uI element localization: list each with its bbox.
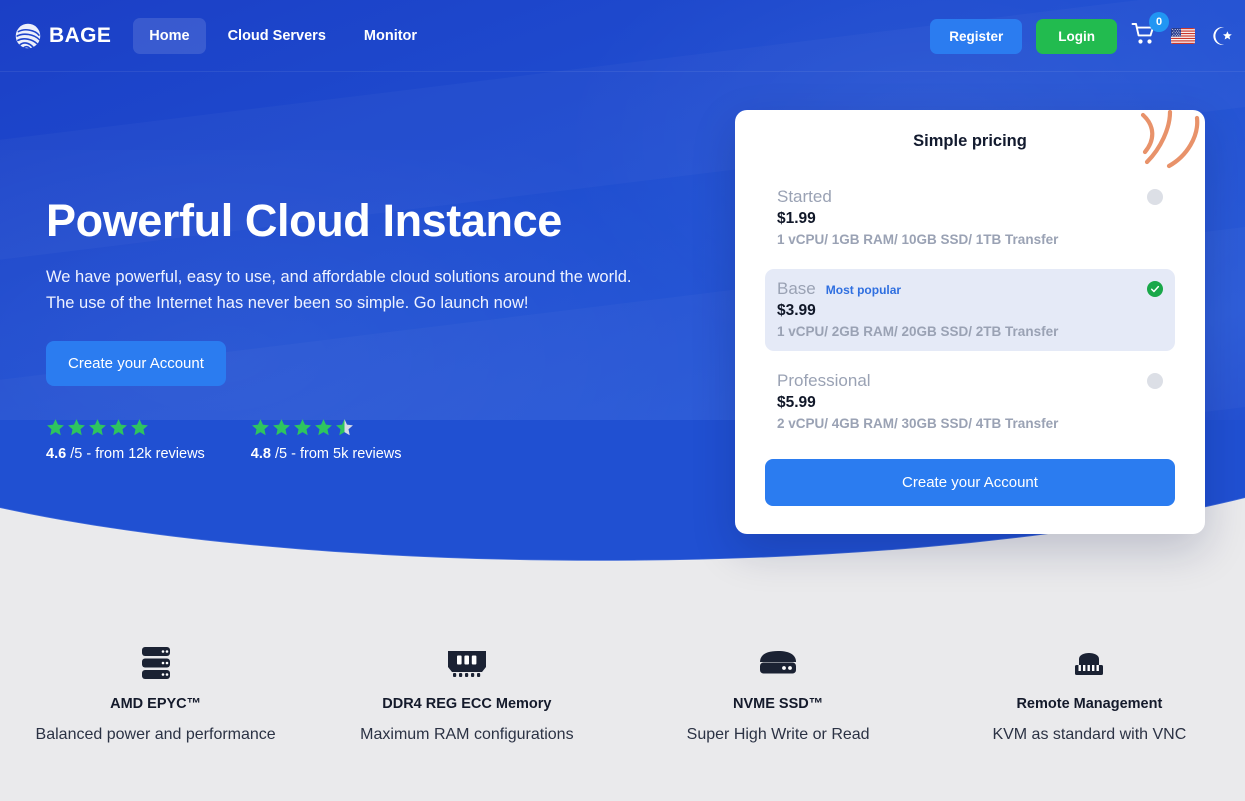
star-icon — [89, 419, 106, 436]
hero-content: Powerful Cloud Instance We have powerful… — [46, 196, 706, 462]
cart-badge: 0 — [1149, 11, 1169, 32]
pricing-title: Simple pricing — [913, 132, 1027, 150]
hero-title: Powerful Cloud Instance — [46, 195, 562, 246]
pricing-plan-professional[interactable]: Professional $5.99 2 vCPU/ 4GB RAM/ 30GB… — [765, 361, 1175, 443]
plan-head: Professional — [777, 371, 1163, 391]
ratings-group: 4.6 /5 - from 12k reviews 4.8 /5 - from … — [46, 418, 706, 462]
rating-text-2: 4.8 /5 - from 5k reviews — [251, 446, 402, 462]
features-section: AMD EPYC™ Balanced power and performance — [0, 640, 1245, 744]
rating-stars-1 — [46, 418, 205, 437]
header-divider — [0, 71, 1245, 72]
plan-head: Base Most popular — [777, 279, 1163, 299]
star-icon — [131, 419, 148, 436]
brand-logo[interactable]: BAGE — [14, 22, 111, 50]
pricing-card: Simple pricing Started $1.99 1 vCPU/ 1GB… — [735, 110, 1205, 534]
hard-drive-icon — [760, 651, 797, 674]
rating-separator-2: - — [291, 445, 296, 462]
hero-subtitle-line-1: We have powerful, easy to use, and affor… — [46, 267, 632, 286]
feature-remote-management: Remote Management KVM as standard with V… — [934, 640, 1245, 744]
feature-icon-wrap — [948, 640, 1231, 686]
feature-icon-wrap — [637, 640, 920, 686]
plan-head: Started — [777, 187, 1163, 207]
feature-title: AMD EPYC™ — [110, 696, 202, 712]
site-header: BAGE Home Cloud Servers Monitor Register… — [0, 0, 1245, 72]
crescent-moon-star-icon[interactable] — [1209, 24, 1233, 48]
feature-icon-wrap — [14, 640, 297, 686]
star-icon — [272, 419, 290, 436]
header-actions: Register Login 0 — [930, 11, 1233, 54]
plan-name: Started — [777, 187, 832, 206]
hero-subtitle: We have powerful, easy to use, and affor… — [46, 264, 686, 317]
star-icon — [293, 419, 311, 436]
brand-name: BAGE — [49, 24, 112, 47]
nav-item-cloud-servers[interactable]: Cloud Servers — [212, 18, 342, 54]
feature-desc: Balanced power and performance — [35, 726, 276, 743]
rating-outof-1: /5 — [70, 445, 83, 462]
feature-ddr4-memory: DDR4 REG ECC Memory Maximum RAM configur… — [311, 640, 622, 744]
hero-create-account-button[interactable]: Create your Account — [46, 340, 226, 386]
star-icon — [110, 419, 127, 436]
globe-sphere-icon — [15, 23, 41, 50]
rating-score-1: 4.6 — [46, 445, 67, 462]
star-icon — [314, 419, 332, 436]
ethernet-port-icon — [1075, 653, 1104, 675]
rating-source-2: from 5k reviews — [300, 445, 402, 462]
plan-price: $1.99 — [777, 210, 816, 227]
server-rack-icon — [141, 647, 170, 679]
rating-separator-1: - — [86, 445, 92, 462]
rating-score-2: 4.8 — [250, 445, 271, 462]
plan-tag-most-popular: Most popular — [825, 283, 902, 297]
rating-text-1: 4.6 /5 - from 12k reviews — [46, 446, 205, 462]
hero-subtitle-line-2: The use of the Internet has never been s… — [46, 294, 529, 313]
pricing-plan-base[interactable]: Base Most popular $3.99 1 vCPU/ 2GB RAM/… — [765, 269, 1175, 351]
rating-block-2: 4.8 /5 - from 5k reviews — [251, 418, 402, 462]
star-icon — [251, 419, 269, 436]
nav-item-home[interactable]: Home — [133, 18, 206, 54]
plan-name: Base — [777, 279, 816, 298]
rating-outof-2: /5 — [275, 445, 288, 462]
rating-stars-2 — [251, 418, 402, 437]
nav-item-monitor[interactable]: Monitor — [348, 18, 433, 54]
pricing-plan-started[interactable]: Started $1.99 1 vCPU/ 1GB RAM/ 10GB SSD/… — [765, 177, 1175, 259]
us-flag-icon[interactable] — [1171, 28, 1195, 44]
feature-nvme-ssd: NVME SSD™ Super High Write or Read — [623, 640, 934, 744]
feature-desc: KVM as standard with VNC — [992, 726, 1187, 743]
feature-desc: Maximum RAM configurations — [360, 726, 574, 743]
login-button[interactable]: Login — [1036, 18, 1117, 54]
feature-amd-epyc: AMD EPYC™ Balanced power and performance — [0, 640, 311, 744]
plan-specs: 2 vCPU/ 4GB RAM/ 30GB SSD/ 4TB Transfer — [777, 416, 1059, 431]
rating-block-1: 4.6 /5 - from 12k reviews — [46, 418, 205, 462]
register-button[interactable]: Register — [930, 18, 1023, 54]
plan-radio-started[interactable] — [1147, 189, 1163, 205]
plan-specs: 1 vCPU/ 2GB RAM/ 20GB SSD/ 2TB Transfer — [777, 324, 1059, 339]
pricing-create-account-button[interactable]: Create your Account — [765, 459, 1175, 506]
feature-title: NVME SSD™ — [733, 696, 824, 712]
plan-radio-professional[interactable] — [1147, 373, 1163, 389]
main-nav: Home Cloud Servers Monitor — [133, 18, 433, 54]
feature-title: DDR4 REG ECC Memory — [382, 696, 552, 712]
star-icon — [47, 419, 64, 436]
cart-button[interactable]: 0 — [1131, 11, 1169, 51]
plan-specs: 1 vCPU/ 1GB RAM/ 10GB SSD/ 1TB Transfer — [777, 232, 1059, 247]
check-icon — [1150, 285, 1160, 293]
star-half-icon — [335, 419, 353, 436]
plan-price: $5.99 — [777, 394, 816, 411]
plan-radio-base[interactable] — [1147, 281, 1163, 297]
landing-page: BAGE Home Cloud Servers Monitor Register… — [0, 0, 1245, 801]
ram-stick-icon — [447, 651, 486, 677]
feature-title: Remote Management — [1016, 696, 1163, 712]
plan-name: Professional — [777, 371, 871, 390]
feature-icon-wrap — [325, 640, 608, 686]
star-icon — [68, 419, 85, 436]
feature-desc: Super High Write or Read — [686, 726, 870, 743]
plan-price: $3.99 — [777, 302, 816, 319]
rating-source-1: from 12k reviews — [95, 445, 205, 462]
